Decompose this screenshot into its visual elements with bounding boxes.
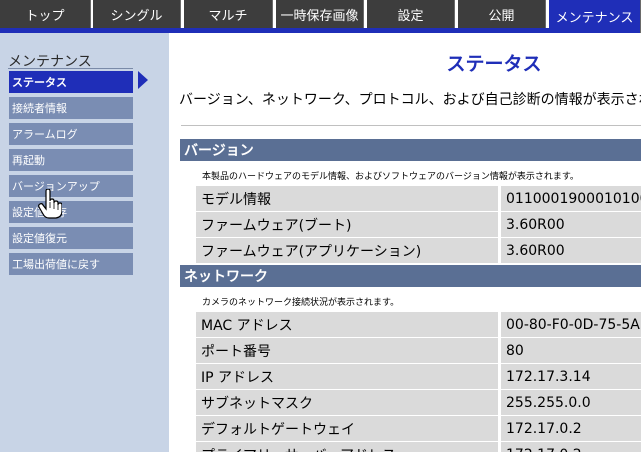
row-key: IP アドレス [196, 364, 498, 389]
top-tab-bar: トップ シングル マルチ 一時保存画像 設定 公開 メンテナンス [0, 0, 641, 33]
row-value: 3.60R00 [501, 212, 641, 237]
network-row: MAC アドレス 00-80-F0-0D-75-5A [196, 312, 641, 337]
network-row: プライマリーサーバーアドレス 172.17.0.2 [196, 442, 641, 452]
version-row: ファームウェア(ブート) 3.60R00 [196, 212, 641, 237]
sidebar-item-alarm-log[interactable]: アラームログ [9, 123, 133, 145]
section-version-description: 本製品のハードウェアのモデル情報、およびソフトウェアのバージョン情報が表示されま… [202, 172, 579, 182]
version-row: ファームウェア(アプリケーション) 3.60R00 [196, 238, 641, 263]
row-key: プライマリーサーバーアドレス [196, 442, 498, 452]
sidebar-item-settings-save[interactable]: 設定値保存 [9, 201, 133, 223]
network-row: デフォルトゲートウェイ 172.17.0.2 [196, 416, 641, 441]
page-title: ステータス [446, 53, 542, 75]
tab-single[interactable]: シングル [93, 0, 181, 28]
sidebar-item-status[interactable]: ステータス [9, 71, 133, 93]
row-key: ファームウェア(ブート) [196, 212, 498, 237]
tab-maintenance[interactable]: メンテナンス [549, 0, 641, 33]
row-value: 255.255.0.0 [501, 390, 641, 415]
sidebar-item-restart[interactable]: 再起動 [9, 149, 133, 171]
row-value: 0110001900010100 [501, 186, 641, 211]
section-network-heading: ネットワーク [180, 265, 641, 287]
sidebar: メンテナンス ステータス 接続者情報 アラームログ 再起動 バージョンアップ 設… [0, 33, 169, 452]
title-divider [181, 125, 641, 126]
row-key: モデル情報 [196, 186, 498, 211]
row-value: 172.17.3.14 [501, 364, 641, 389]
main-content: ステータス バージョン、ネットワーク、プロトコル、および自己診断の情報が表示され… [169, 33, 641, 452]
row-value: 172.17.0.2 [501, 416, 641, 441]
sidebar-item-settings-restore[interactable]: 設定値復元 [9, 227, 133, 249]
row-key: ポート番号 [196, 338, 498, 363]
tab-temp-images[interactable]: 一時保存画像 [276, 0, 364, 28]
section-version-heading: バージョン [180, 139, 641, 161]
hand-pointer-cursor-icon [38, 189, 62, 219]
row-value: 3.60R00 [501, 238, 641, 263]
tab-settings[interactable]: 設定 [367, 0, 455, 28]
sidebar-heading-divider [8, 68, 133, 69]
sidebar-item-factory-reset[interactable]: 工場出荷値に戻す [9, 253, 133, 275]
row-key: MAC アドレス [196, 312, 498, 337]
row-key: デフォルトゲートウェイ [196, 416, 498, 441]
row-value: 00-80-F0-0D-75-5A [501, 312, 641, 337]
sidebar-item-version-up[interactable]: バージョンアップ [9, 175, 133, 197]
active-item-arrow-icon [138, 71, 148, 89]
tab-multi[interactable]: マルチ [184, 0, 273, 28]
version-row: モデル情報 0110001900010100 [196, 186, 641, 211]
tab-publish[interactable]: 公開 [458, 0, 546, 28]
network-row: ポート番号 80 [196, 338, 641, 363]
network-row: サブネットマスク 255.255.0.0 [196, 390, 641, 415]
row-value: 172.17.0.2 [501, 442, 641, 452]
row-key: ファームウェア(アプリケーション) [196, 238, 498, 263]
page-description: バージョン、ネットワーク、プロトコル、および自己診断の情報が表示されます。 [179, 92, 641, 108]
row-value: 80 [501, 338, 641, 363]
network-row: IP アドレス 172.17.3.14 [196, 364, 641, 389]
row-key: サブネットマスク [196, 390, 498, 415]
sidebar-item-connected-users[interactable]: 接続者情報 [9, 97, 133, 119]
tab-top[interactable]: トップ [0, 0, 91, 28]
section-network-description: カメラのネットワーク接続状況が表示されます。 [202, 298, 400, 308]
